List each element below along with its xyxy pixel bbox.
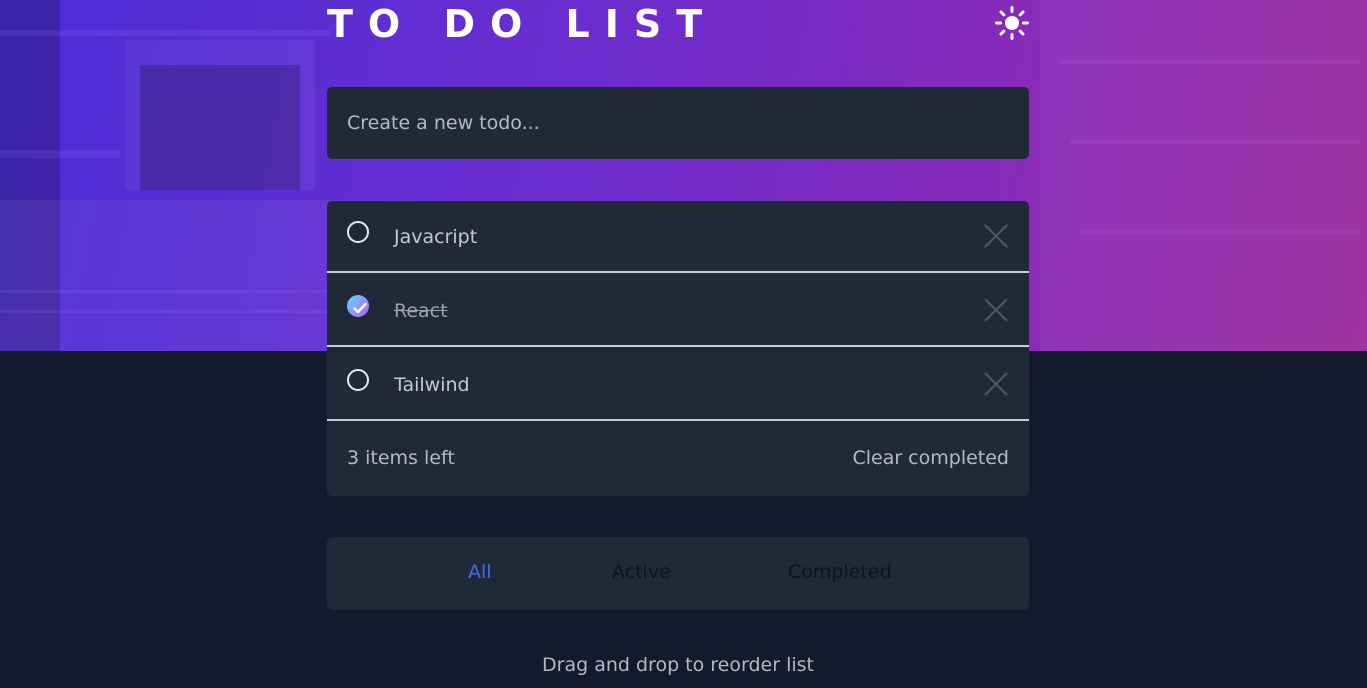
- filter-all[interactable]: All: [468, 561, 492, 583]
- delete-todo-button[interactable]: [983, 223, 1009, 249]
- clear-completed-button[interactable]: Clear completed: [852, 447, 1009, 469]
- list-footer: 3 items left Clear completed: [327, 423, 1029, 496]
- filter-active[interactable]: Active: [612, 561, 671, 583]
- todo-list: Javacript React Tailwind 3 items left Cl…: [327, 201, 1029, 496]
- todo-label: Javacript: [394, 226, 478, 248]
- filter-completed[interactable]: Completed: [788, 561, 892, 583]
- close-icon: [984, 224, 1008, 248]
- new-todo-card: [327, 87, 1029, 159]
- todo-label: Tailwind: [394, 374, 470, 396]
- delete-todo-button[interactable]: [983, 297, 1009, 323]
- sun-icon: [995, 6, 1029, 40]
- filter-bar: All Active Completed: [327, 537, 1029, 610]
- todo-item[interactable]: React: [327, 275, 1029, 347]
- todo-label: React: [394, 300, 448, 322]
- close-icon: [984, 372, 1008, 396]
- page-title: TO DO LIST: [327, 2, 718, 46]
- todo-item[interactable]: Javacript: [327, 201, 1029, 273]
- todo-item[interactable]: Tailwind: [327, 349, 1029, 421]
- check-icon: [353, 302, 367, 314]
- delete-todo-button[interactable]: [983, 371, 1009, 397]
- new-todo-input[interactable]: [327, 87, 1029, 159]
- complete-checkbox[interactable]: [347, 295, 369, 317]
- complete-checkbox[interactable]: [347, 221, 369, 243]
- items-left-count: 3 items left: [347, 447, 455, 469]
- reorder-hint: Drag and drop to reorder list: [542, 654, 814, 676]
- complete-checkbox[interactable]: [347, 369, 369, 391]
- theme-toggle-button[interactable]: [995, 6, 1029, 40]
- close-icon: [984, 298, 1008, 322]
